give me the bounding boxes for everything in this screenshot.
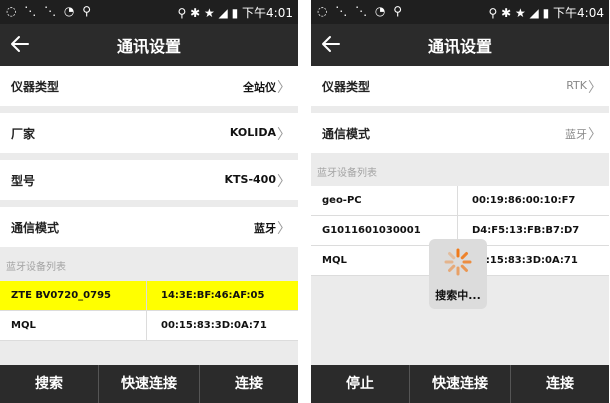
device-mac: 00:15:83:3D:0A:71 xyxy=(472,255,578,266)
status-icons: ◌ ⋱ ⋱ ◔ ⚲ xyxy=(6,4,93,18)
chevron-right-icon: 〉 xyxy=(277,221,291,237)
row-instrument-type[interactable]: 仪器类型 RTK 〉 xyxy=(311,66,609,106)
battery-icon: ▮ xyxy=(542,6,550,20)
app-bar: 通讯设置 xyxy=(0,24,298,66)
row-value: KOLIDA xyxy=(229,126,276,139)
phone-screen-left: ◌ ⋱ ⋱ ◔ ⚲ ⚲ ✱ ★ ◢ ▮ 下午4:01 通讯设置 仪器类型 全站仪… xyxy=(0,0,298,403)
status-icons: ◌ ⋱ ⋱ ◔ ⚲ xyxy=(317,4,404,18)
star-icon: ★ xyxy=(514,6,526,20)
device-name: geo-PC xyxy=(322,195,362,206)
device-mac: 00:19:86:00:10:F7 xyxy=(472,195,576,206)
row-comm-mode[interactable]: 通信模式 蓝牙 〉 xyxy=(0,207,298,247)
search-button[interactable]: 搜索 xyxy=(0,365,98,403)
chevron-right-icon: 〉 xyxy=(277,127,291,143)
bluetooth-icon: ✱ xyxy=(501,6,512,20)
chevron-right-icon: 〉 xyxy=(277,174,291,190)
app-bar: 通讯设置 xyxy=(311,24,609,66)
row-label: 厂家 xyxy=(11,127,36,141)
row-value: RTK xyxy=(566,79,587,92)
page-title: 通讯设置 xyxy=(427,37,492,56)
row-label: 仪器类型 xyxy=(11,80,60,94)
status-bar: ◌ ⋱ ⋱ ◔ ⚲ ⚲ ✱ ★ ◢ ▮ 下午4:01 xyxy=(0,0,298,24)
quick-connect-button[interactable]: 快速连接 xyxy=(410,365,510,403)
row-label: 通信模式 xyxy=(11,221,60,235)
row-value: 全站仪 xyxy=(243,81,276,94)
table-row[interactable]: geo-PC 00:19:86:00:10:F7 xyxy=(311,186,609,216)
bottom-action-bar: 停止 快速连接 连接 xyxy=(311,365,609,403)
quick-connect-button[interactable]: 快速连接 xyxy=(99,365,199,403)
row-model[interactable]: 型号 KTS-400 〉 xyxy=(0,160,298,200)
bluetooth-list-label: 蓝牙设备列表 xyxy=(317,168,377,179)
bluetooth-device-table: ZTE BV0720_0795 14:3E:BF:46:AF:05 MQL 00… xyxy=(0,281,298,341)
row-label: 型号 xyxy=(11,174,36,188)
device-name: MQL xyxy=(11,320,36,331)
row-value: KTS-400 xyxy=(224,173,276,186)
device-mac: D4:F5:13:FB:B7:D7 xyxy=(472,225,580,236)
clock-time: 下午4:04 xyxy=(553,6,604,20)
loading-text: 搜索中... xyxy=(435,289,481,302)
star-icon: ★ xyxy=(203,6,215,20)
bottom-action-bar: 搜索 快速连接 连接 xyxy=(0,365,298,403)
loading-spinner-icon xyxy=(444,248,472,276)
row-label: 通信模式 xyxy=(322,127,371,141)
bluetooth-icon: ✱ xyxy=(190,6,201,20)
device-mac: 00:15:83:3D:0A:71 xyxy=(161,320,267,331)
chevron-right-icon: 〉 xyxy=(277,80,291,96)
device-name: MQL xyxy=(322,255,347,266)
clock-time: 下午4:01 xyxy=(242,6,293,20)
location-icon: ⚲ xyxy=(177,6,187,20)
row-manufacturer[interactable]: 厂家 KOLIDA 〉 xyxy=(0,113,298,153)
row-value: 蓝牙 xyxy=(565,128,587,141)
bluetooth-list-label: 蓝牙设备列表 xyxy=(6,262,66,273)
battery-icon: ▮ xyxy=(231,6,239,20)
connect-button[interactable]: 连接 xyxy=(511,365,609,403)
row-label: 仪器类型 xyxy=(322,80,371,94)
phone-screen-right: ◌ ⋱ ⋱ ◔ ⚲ ⚲ ✱ ★ ◢ ▮ 下午4:04 通讯设置 仪器类型 RTK… xyxy=(311,0,609,403)
status-right: ⚲ ✱ ★ ◢ ▮ 下午4:04 xyxy=(488,4,604,21)
loading-dialog: 搜索中... xyxy=(429,239,487,309)
chevron-right-icon: 〉 xyxy=(588,127,602,143)
signal-icon: ◢ xyxy=(218,6,228,20)
device-name: G1011601030001 xyxy=(322,225,421,236)
stop-button[interactable]: 停止 xyxy=(311,365,409,403)
status-bar: ◌ ⋱ ⋱ ◔ ⚲ ⚲ ✱ ★ ◢ ▮ 下午4:04 xyxy=(311,0,609,24)
table-row[interactable]: MQL 00:15:83:3D:0A:71 xyxy=(0,311,298,341)
table-row[interactable]: ZTE BV0720_0795 14:3E:BF:46:AF:05 xyxy=(0,281,298,311)
signal-icon: ◢ xyxy=(529,6,539,20)
status-right: ⚲ ✱ ★ ◢ ▮ 下午4:01 xyxy=(177,4,293,21)
row-instrument-type[interactable]: 仪器类型 全站仪 〉 xyxy=(0,66,298,106)
row-value: 蓝牙 xyxy=(254,222,276,235)
device-mac: 14:3E:BF:46:AF:05 xyxy=(161,290,265,301)
chevron-right-icon: 〉 xyxy=(588,80,602,96)
page-title: 通讯设置 xyxy=(116,37,181,56)
location-icon: ⚲ xyxy=(488,6,498,20)
device-name: ZTE BV0720_0795 xyxy=(11,290,112,301)
row-comm-mode[interactable]: 通信模式 蓝牙 〉 xyxy=(311,113,609,153)
connect-button[interactable]: 连接 xyxy=(200,365,298,403)
